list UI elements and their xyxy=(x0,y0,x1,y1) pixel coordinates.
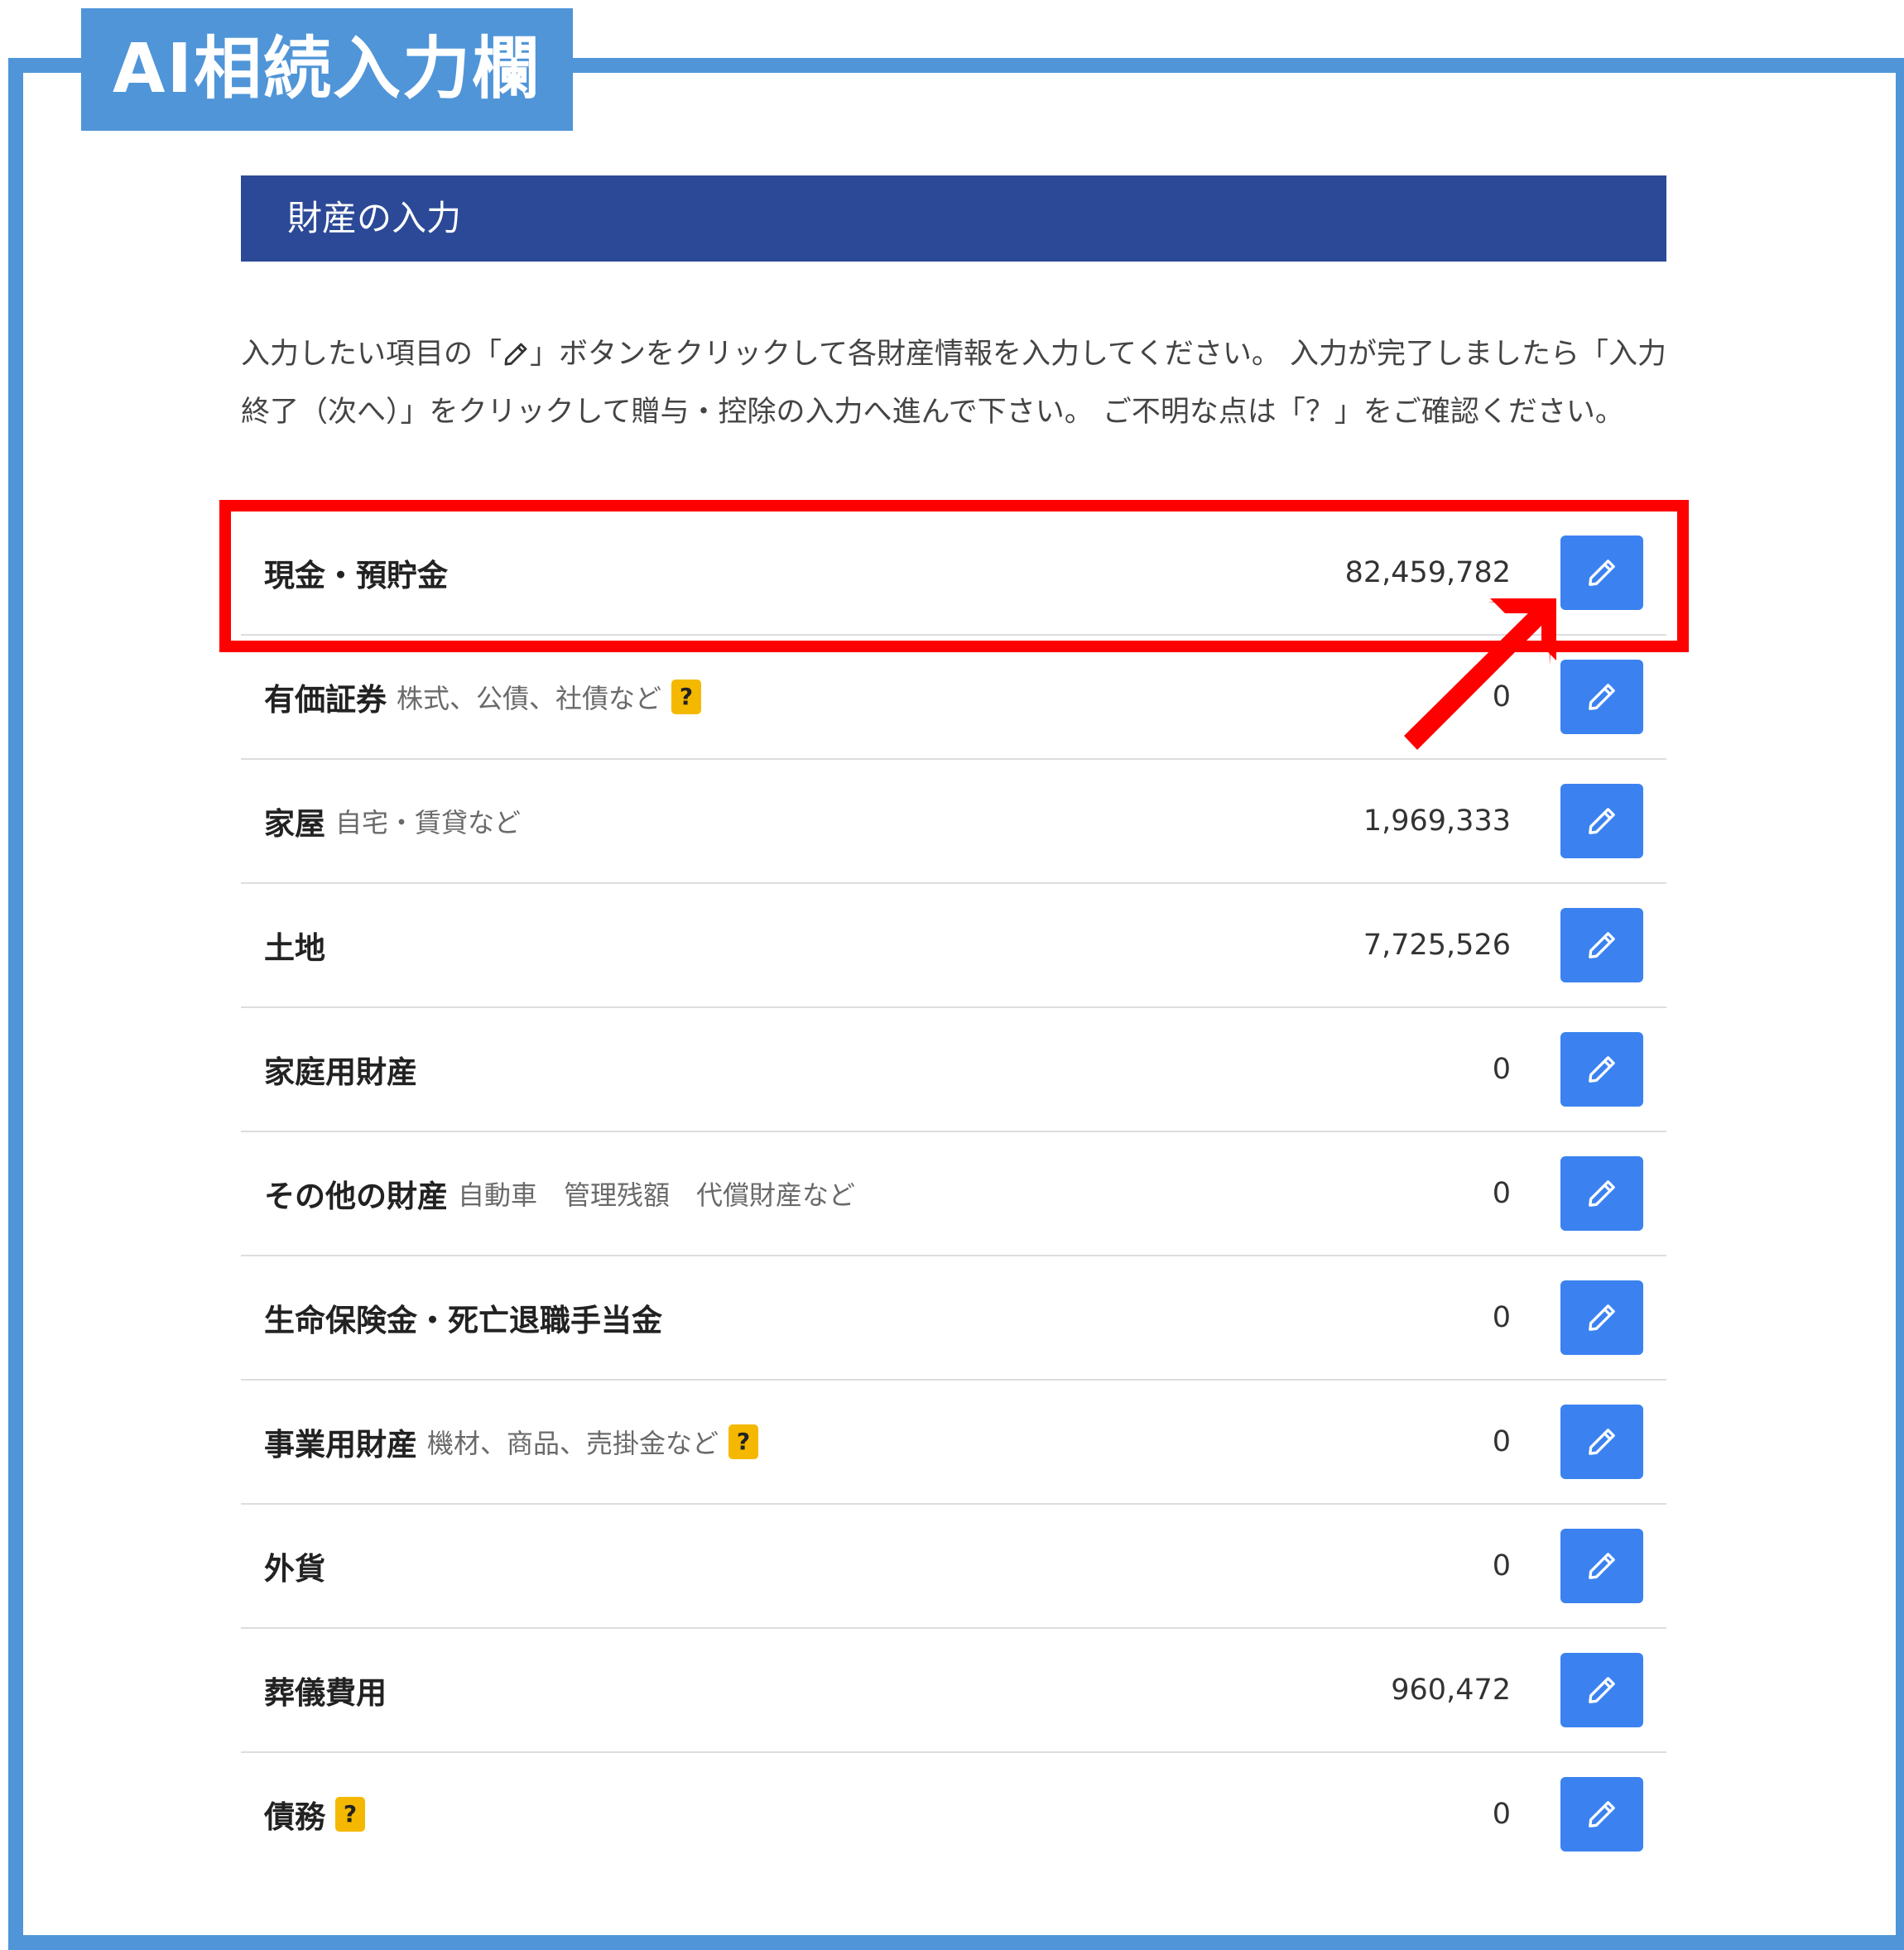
edit-button-house[interactable] xyxy=(1560,784,1643,858)
row-amount: 7,725,526 xyxy=(1363,929,1511,962)
row-title: 葬儀費用 xyxy=(264,1675,387,1711)
row-label: 外貨 xyxy=(264,1505,325,1627)
row-amount: 0 xyxy=(1492,1549,1511,1583)
app-title-tab: AI相続入力欄 xyxy=(81,8,573,131)
asset-row-land: 土地 7,725,526 xyxy=(241,884,1666,1008)
row-amount: 0 xyxy=(1492,1798,1511,1831)
edit-button-other[interactable] xyxy=(1560,1156,1643,1231)
pencil-icon xyxy=(1589,1056,1615,1083)
row-amount: 1,969,333 xyxy=(1363,804,1511,838)
row-amount: 82,459,782 xyxy=(1344,556,1511,589)
asset-row-funeral: 葬儀費用 960,472 xyxy=(241,1629,1666,1753)
row-amount: 960,472 xyxy=(1391,1674,1511,1707)
instructions-text: 入力したい項目の「 」ボタンをクリックして各財産情報を入力してください。 入力が完… xyxy=(241,328,1666,439)
asset-list: 現金・預貯金 82,459,782 有価証券 株式、公債、社債など ? 0 家屋… xyxy=(241,512,1666,1876)
row-title: 家庭用財産 xyxy=(264,1054,417,1090)
asset-row-securities: 有価証券 株式、公債、社債など ? 0 xyxy=(241,636,1666,760)
row-amount: 0 xyxy=(1492,1301,1511,1334)
row-title: その他の財産 xyxy=(264,1179,448,1214)
row-label: 葬儀費用 xyxy=(264,1629,387,1751)
edit-button-foreign-currency[interactable] xyxy=(1560,1529,1643,1603)
asset-row-household: 家庭用財産 0 xyxy=(241,1008,1666,1132)
asset-row-life-insurance: 生命保険金・死亡退職手当金 0 xyxy=(241,1256,1666,1381)
row-title: 生命保険金・死亡退職手当金 xyxy=(264,1303,662,1338)
row-title: 土地 xyxy=(264,930,325,966)
edit-button-business[interactable] xyxy=(1560,1405,1643,1479)
row-amount: 0 xyxy=(1492,1177,1511,1210)
pencil-icon xyxy=(1589,1801,1615,1828)
pencil-icon xyxy=(1589,1180,1615,1207)
asset-row-business: 事業用財産 機材、商品、売掛金など ? 0 xyxy=(241,1381,1666,1505)
section-header: 財産の入力 xyxy=(241,175,1666,262)
row-title: 債務 xyxy=(264,1799,325,1835)
edit-button-household[interactable] xyxy=(1560,1032,1643,1107)
pencil-icon xyxy=(1589,560,1615,586)
asset-row-house: 家屋 自宅・賃貸など 1,969,333 xyxy=(241,760,1666,884)
row-subtitle: 株式、公債、社債など xyxy=(397,683,662,714)
pencil-icon xyxy=(1589,1429,1615,1455)
asset-row-cash-deposits: 現金・預貯金 82,459,782 xyxy=(241,512,1666,636)
asset-row-other: その他の財産 自動車 管理残額 代償財産など 0 xyxy=(241,1132,1666,1256)
asset-row-foreign-currency: 外貨 0 xyxy=(241,1505,1666,1629)
row-label: 土地 xyxy=(264,884,325,1006)
row-title: 現金・預貯金 xyxy=(264,558,448,593)
edit-button-funeral[interactable] xyxy=(1560,1653,1643,1727)
row-label: 事業用財産 機材、商品、売掛金など ? xyxy=(264,1381,759,1503)
edit-button-debts[interactable] xyxy=(1560,1777,1643,1852)
row-label: 家庭用財産 xyxy=(264,1008,417,1131)
pencil-icon xyxy=(1589,684,1615,710)
instructions-part1: 入力したい項目の「 xyxy=(241,338,502,371)
pencil-icon xyxy=(1589,1677,1615,1703)
edit-button-life-insurance[interactable] xyxy=(1560,1280,1643,1355)
row-amount: 0 xyxy=(1492,1425,1511,1458)
pencil-icon xyxy=(1589,1553,1615,1579)
row-title: 有価証券 xyxy=(264,682,387,718)
row-amount: 0 xyxy=(1492,1053,1511,1086)
asset-row-debts: 債務 ? 0 xyxy=(241,1753,1666,1876)
row-label: 生命保険金・死亡退職手当金 xyxy=(264,1256,662,1379)
row-title: 外貨 xyxy=(264,1551,325,1587)
row-label: その他の財産 自動車 管理残額 代償財産など xyxy=(264,1132,855,1255)
pencil-icon xyxy=(1589,808,1615,834)
row-label: 有価証券 株式、公債、社債など ? xyxy=(264,636,702,758)
row-title: 家屋 xyxy=(264,806,325,842)
pencil-icon xyxy=(1589,1304,1615,1331)
pencil-icon xyxy=(1589,932,1615,958)
row-subtitle: 機材、商品、売掛金など xyxy=(427,1428,719,1459)
help-badge[interactable]: ? xyxy=(671,680,702,714)
row-title: 事業用財産 xyxy=(264,1427,417,1462)
row-label: 家屋 自宅・賃貸など xyxy=(264,760,521,882)
row-label: 債務 ? xyxy=(264,1753,365,1876)
row-subtitle: 自宅・賃貸など xyxy=(335,807,522,838)
row-label: 現金・預貯金 xyxy=(264,512,448,634)
row-subtitle: 自動車 管理残額 代償財産など xyxy=(458,1179,856,1211)
edit-button-cash-deposits[interactable] xyxy=(1560,536,1643,610)
pencil-icon xyxy=(502,333,530,386)
help-badge[interactable]: ? xyxy=(728,1424,759,1459)
row-amount: 0 xyxy=(1492,680,1511,713)
help-badge[interactable]: ? xyxy=(335,1797,365,1832)
edit-button-securities[interactable] xyxy=(1560,660,1643,734)
edit-button-land[interactable] xyxy=(1560,908,1643,982)
